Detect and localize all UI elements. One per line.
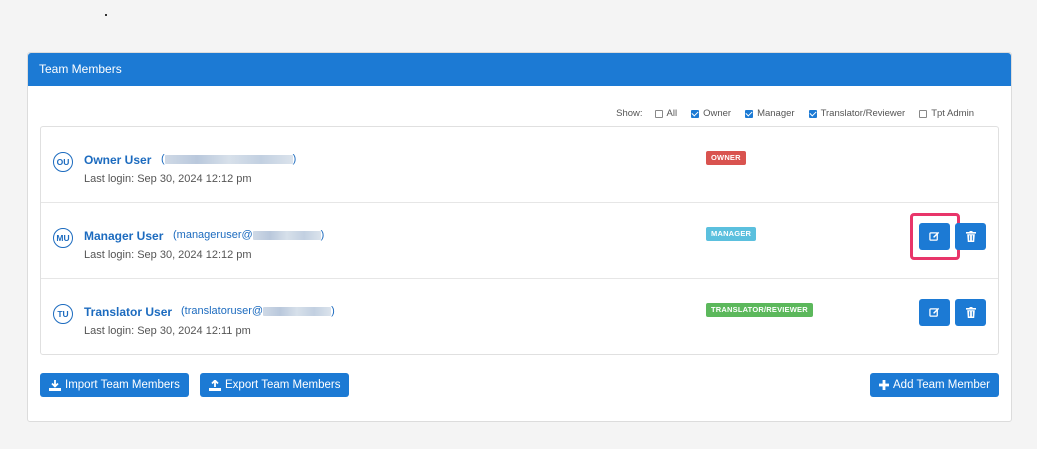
filter-translator-reviewer[interactable]: Translator/Reviewer (808, 108, 905, 119)
role-badge: TRANSLATOR/REVIEWER (706, 303, 813, 317)
last-login: Last login: Sep 30, 2024 12:12 pm (84, 249, 252, 261)
role-filters: Show: All Owner Manager Translator/Revie… (616, 108, 974, 119)
table-row: MU Manager User (manageruser@) Last logi… (41, 203, 998, 279)
filter-tpt-admin[interactable]: Tpt Admin (919, 108, 974, 119)
trash-icon (965, 231, 976, 242)
last-login: Last login: Sep 30, 2024 12:11 pm (84, 325, 251, 337)
edit-button[interactable] (919, 299, 950, 326)
team-member-list: OU Owner User () Last login: Sep 30, 202… (40, 126, 999, 355)
filter-tpt-admin-checkbox[interactable] (919, 109, 928, 118)
last-login: Last login: Sep 30, 2024 12:12 pm (84, 173, 252, 185)
filter-translator-checkbox[interactable] (808, 109, 817, 118)
member-email: () (161, 153, 297, 165)
delete-button[interactable] (955, 223, 986, 250)
member-name-link[interactable]: Translator User (84, 305, 172, 319)
member-name-link[interactable]: Owner User (84, 153, 151, 167)
filter-manager-checkbox[interactable] (745, 109, 754, 118)
edit-icon (929, 231, 940, 241)
export-team-members-button[interactable]: Export Team Members (200, 373, 350, 397)
role-badge: MANAGER (706, 227, 757, 241)
avatar: TU (53, 304, 73, 324)
panel-title: Team Members (28, 53, 1011, 86)
table-row: OU Owner User () Last login: Sep 30, 202… (41, 127, 998, 203)
filter-owner[interactable]: Owner (691, 108, 731, 119)
filter-show-label: Show: (616, 108, 643, 119)
filter-owner-checkbox[interactable] (691, 109, 700, 118)
filter-manager[interactable]: Manager (745, 108, 795, 119)
edit-button[interactable] (919, 223, 950, 250)
filter-all[interactable]: All (654, 108, 677, 119)
avatar: OU (53, 152, 73, 172)
avatar: MU (53, 228, 73, 248)
import-team-members-button[interactable]: Import Team Members (40, 373, 189, 397)
trash-icon (965, 307, 976, 318)
stray-dot (105, 14, 107, 16)
table-row: TU Translator User (translatoruser@) Las… (41, 279, 998, 355)
plus-icon (879, 380, 889, 390)
export-icon (209, 379, 221, 391)
add-team-member-button[interactable]: Add Team Member (870, 373, 999, 397)
member-email: (translatoruser@) (181, 305, 335, 317)
delete-button[interactable] (955, 299, 986, 326)
member-name-link[interactable]: Manager User (84, 229, 163, 243)
role-badge: OWNER (706, 151, 746, 165)
filter-all-checkbox[interactable] (654, 109, 663, 118)
import-icon (49, 379, 61, 391)
team-members-panel: Team Members Show: All Owner Manager Tra… (27, 52, 1012, 422)
edit-icon (929, 307, 940, 317)
member-email: (manageruser@) (173, 229, 325, 241)
